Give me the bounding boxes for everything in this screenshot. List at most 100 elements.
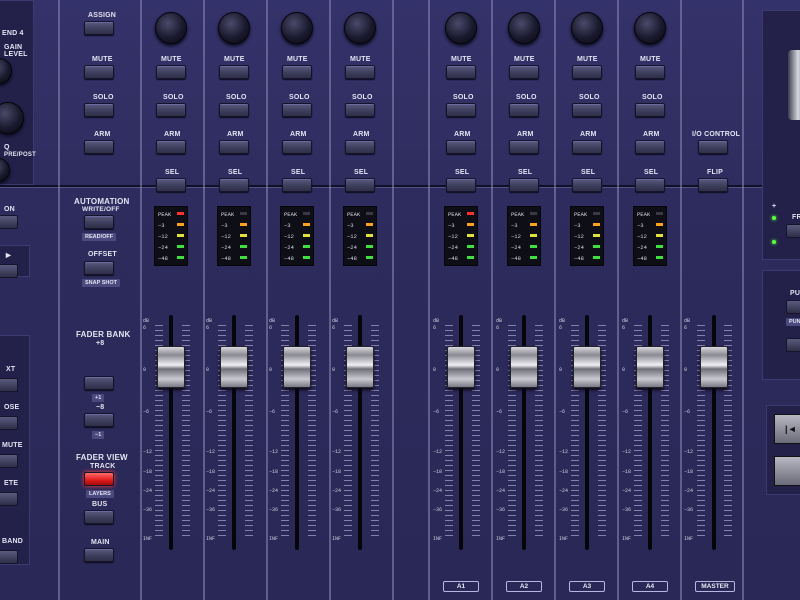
master-name: MASTER (695, 581, 735, 592)
channel-3-meter: PEAK −3 −12 −24 −48 (280, 206, 314, 266)
channel-8-solo-button[interactable] (635, 103, 665, 117)
meter-led (177, 223, 184, 226)
channel-2-solo-button[interactable] (219, 103, 249, 117)
channel-8-fader[interactable] (636, 346, 664, 388)
channel-2-mute-button[interactable] (219, 65, 249, 79)
solo-button[interactable] (84, 103, 114, 117)
meter-led (530, 223, 537, 226)
flip-label: FLIP (707, 169, 723, 176)
arm-button[interactable] (84, 140, 114, 154)
channel-1-fader[interactable] (157, 346, 185, 388)
fader-scale-label: 6 (622, 325, 626, 331)
offset-button[interactable] (84, 261, 114, 275)
close-button[interactable] (0, 416, 18, 430)
band-label: END 4 (2, 30, 24, 37)
channel-6-mute-button[interactable] (509, 65, 539, 79)
channel-3-arm-button[interactable] (282, 140, 312, 154)
flip-button[interactable] (698, 178, 728, 192)
mute-button[interactable] (0, 454, 18, 468)
assign-button[interactable] (84, 21, 114, 35)
channel-5-mute-button[interactable] (446, 65, 476, 79)
channel-3-sel-button[interactable] (282, 178, 312, 192)
punch-button[interactable] (786, 300, 800, 314)
channel-7-pan-knob[interactable] (571, 12, 603, 44)
master-fader[interactable] (700, 346, 728, 388)
edit-label: XT (6, 366, 16, 373)
meter-scale-label: −48 (448, 255, 458, 262)
close-label: OSE (4, 404, 20, 411)
channel-4-fader[interactable] (346, 346, 374, 388)
channel-4-mute-button[interactable] (345, 65, 375, 79)
channel-2-fader[interactable] (220, 346, 248, 388)
channel-1-arm-button[interactable] (156, 140, 186, 154)
separator (140, 0, 142, 600)
frame-button[interactable] (786, 224, 800, 238)
bus-button[interactable] (84, 510, 114, 524)
channel-1-sel-button[interactable] (156, 178, 186, 192)
fader-scale-label: INF (433, 536, 443, 542)
meter-led (366, 223, 373, 226)
channel-6-arm-button[interactable] (509, 140, 539, 154)
channel-7-mute-button[interactable] (572, 65, 602, 79)
rewind-button[interactable]: |◄ (774, 414, 800, 444)
channel-5-arm-button[interactable] (446, 140, 476, 154)
channel-1-solo-button[interactable] (156, 103, 186, 117)
meter-scale-label: −3 (511, 222, 518, 229)
meter-led (467, 256, 474, 259)
bank-plus8-button[interactable] (84, 376, 114, 390)
meter-scale-label: −3 (637, 222, 644, 229)
delete-button[interactable] (0, 492, 18, 506)
arrow-button[interactable] (0, 264, 18, 278)
eq-on-button[interactable] (0, 215, 18, 229)
separator (742, 0, 744, 600)
meter-scale-label: −12 (158, 233, 168, 240)
channel-6-pan-knob[interactable] (508, 12, 540, 44)
channel-8-mute-button[interactable] (635, 65, 665, 79)
channel-3-solo-button[interactable] (282, 103, 312, 117)
meter-scale-label: −48 (511, 255, 521, 262)
main-button[interactable] (84, 548, 114, 562)
meter-led (530, 234, 537, 237)
channel-7-solo-button[interactable] (572, 103, 602, 117)
channel-8-arm-button[interactable] (635, 140, 665, 154)
band-button[interactable] (0, 550, 18, 564)
channel-7-arm-button[interactable] (572, 140, 602, 154)
channel-5-pan-knob[interactable] (445, 12, 477, 44)
mute-button[interactable] (84, 65, 114, 79)
solo-label: SOLO (516, 94, 537, 101)
write-button[interactable] (84, 215, 114, 229)
punch-aux-button[interactable] (786, 338, 800, 352)
channel-6-sel-button[interactable] (509, 178, 539, 192)
channel-2-pan-knob[interactable] (218, 12, 250, 44)
channel-3-mute-button[interactable] (282, 65, 312, 79)
io-control-button[interactable] (698, 140, 728, 154)
channel-6-meter: PEAK −3 −12 −24 −48 (507, 206, 541, 266)
channel-5-solo-button[interactable] (446, 103, 476, 117)
edit-button[interactable] (0, 378, 18, 392)
channel-5-fader[interactable] (447, 346, 475, 388)
bank-minus8-button[interactable] (84, 413, 114, 427)
channel-8-sel-button[interactable] (635, 178, 665, 192)
channel-4-sel-button[interactable] (345, 178, 375, 192)
channel-7-fader[interactable] (573, 346, 601, 388)
bank-minus1-tag: −1 (92, 431, 105, 439)
channel-6-fader[interactable] (510, 346, 538, 388)
channel-2-sel-button[interactable] (219, 178, 249, 192)
channel-5-sel-button[interactable] (446, 178, 476, 192)
fader-scale-label: −18 (496, 469, 506, 475)
channel-1-pan-knob[interactable] (155, 12, 187, 44)
track-button[interactable] (84, 472, 114, 486)
channel-3-fader[interactable] (283, 346, 311, 388)
channel-1-mute-button[interactable] (156, 65, 186, 79)
channel-3-pan-knob[interactable] (281, 12, 313, 44)
channel-8-pan-knob[interactable] (634, 12, 666, 44)
channel-7-sel-button[interactable] (572, 178, 602, 192)
transport-button[interactable] (774, 456, 800, 486)
channel-4-pan-knob[interactable] (344, 12, 376, 44)
channel-4-arm-button[interactable] (345, 140, 375, 154)
fader-scale-label: −6 (206, 409, 213, 415)
jog-wheel-edge[interactable] (788, 50, 800, 120)
channel-6-solo-button[interactable] (509, 103, 539, 117)
channel-4-solo-button[interactable] (345, 103, 375, 117)
channel-2-arm-button[interactable] (219, 140, 249, 154)
